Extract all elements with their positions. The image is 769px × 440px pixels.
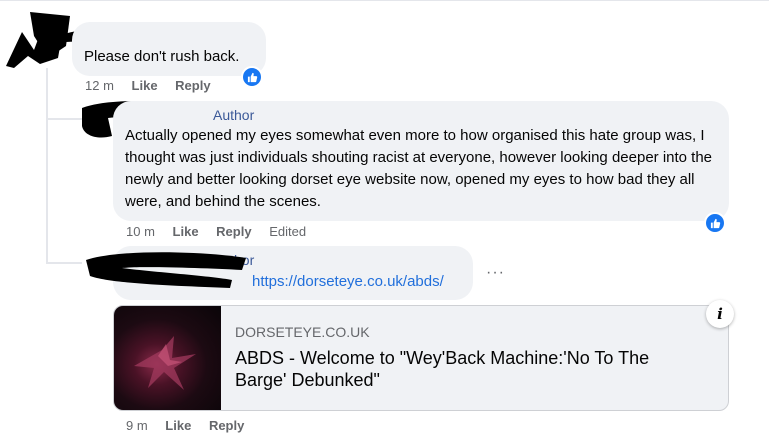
comment-bubble: Author Actually opened my eyes somewhat … [113,101,729,221]
timestamp: 12 m [85,78,114,93]
thread-line [46,68,48,264]
comment-link[interactable]: https://dorseteye.co.uk/abds/ [252,273,444,290]
thread-line-branch [46,262,82,264]
thumbs-up-icon[interactable] [704,212,726,234]
like-button[interactable]: Like [173,224,199,239]
preview-title: ABDS - Welcome to "Wey'Back Machine:'No … [235,348,650,390]
more-options-icon[interactable]: ··· [486,264,505,282]
thumbs-up-icon[interactable] [241,66,263,88]
comment-text: Actually opened my eyes somewhat even mo… [125,127,713,210]
like-button[interactable]: Like [165,418,191,433]
comment-meta: 12 m Like Reply [85,78,225,93]
link-preview-card[interactable]: DORSETEYE.CO.UK ABDS - Welcome to "Wey'B… [113,305,729,411]
top-divider [0,0,769,1]
edited-label: Edited [269,224,307,239]
redacted-name [86,252,246,288]
timestamp: 10 m [126,224,155,239]
comment-text: Please don't rush back. [84,48,240,65]
preview-thumbnail [114,306,221,410]
like-button[interactable]: Like [132,78,158,93]
reply-button[interactable]: Reply [216,224,251,239]
author-badge: Author [213,107,255,123]
reply-button[interactable]: Reply [209,418,244,433]
reply-button[interactable]: Reply [175,78,210,93]
thread-line-branch [46,118,82,120]
comment-meta: 10 m Like Reply Edited [126,224,320,239]
timestamp: 9 m [126,418,148,433]
comment-meta: 9 m Like Reply [126,418,258,433]
comment-bubble: Please don't rush back. [72,22,266,76]
preview-domain: DORSETEYE.CO.UK [235,324,370,340]
info-icon[interactable]: i [706,300,734,328]
